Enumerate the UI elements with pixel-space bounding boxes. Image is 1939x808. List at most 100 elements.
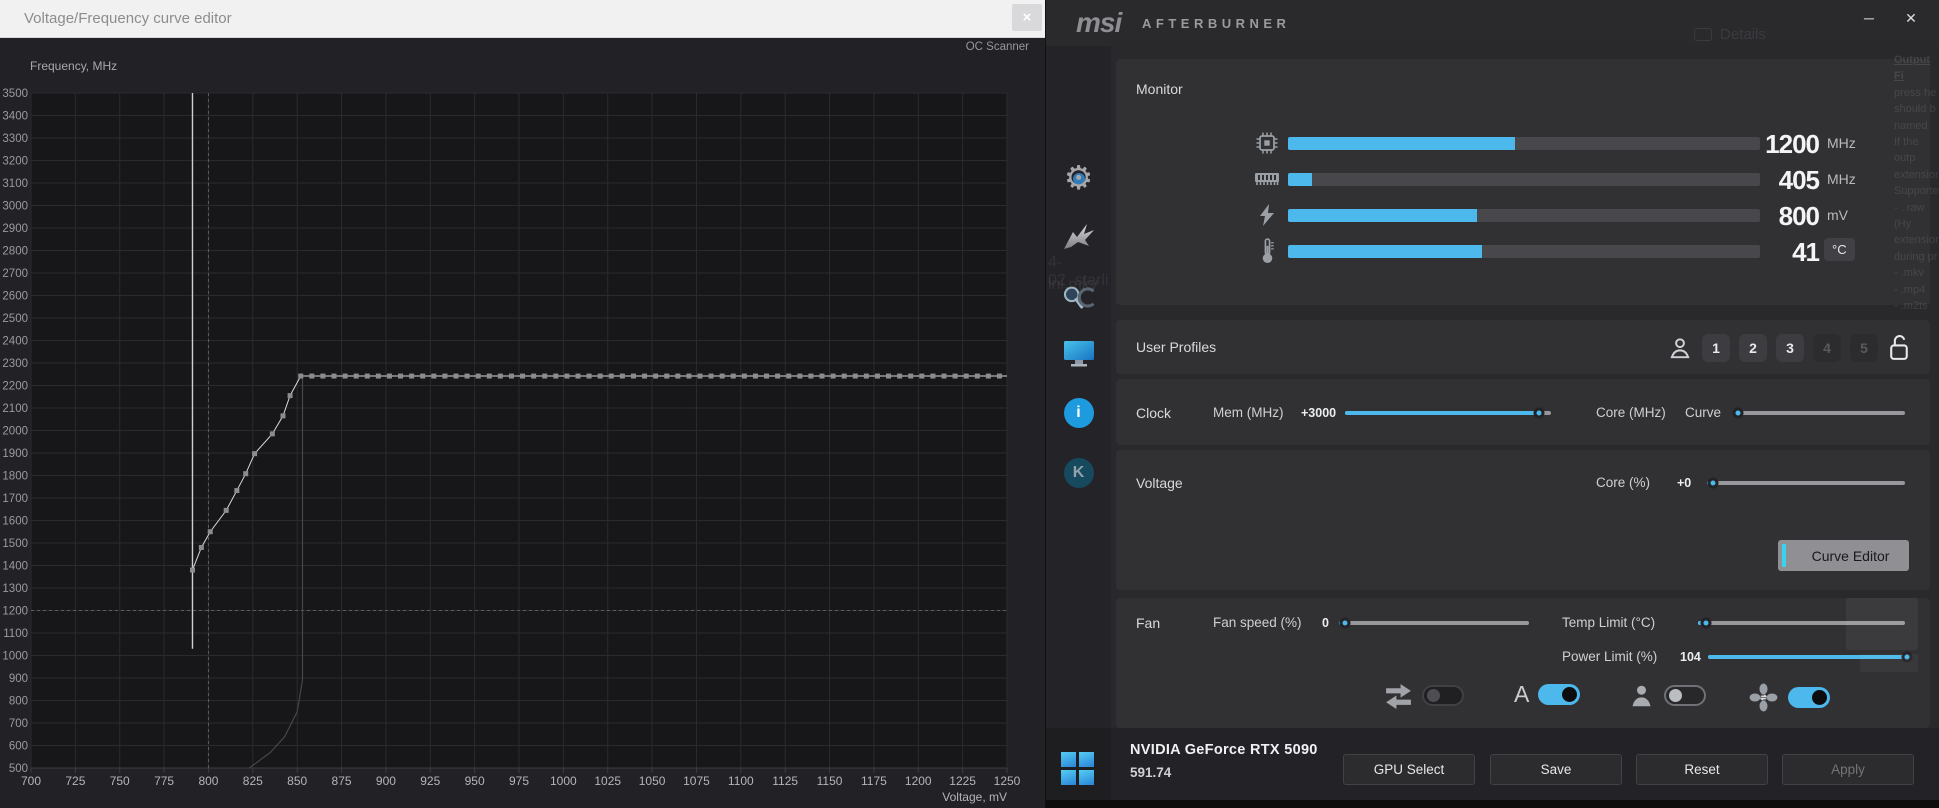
curve-point-marker[interactable] [464,373,470,379]
monitoring-button[interactable] [1046,339,1111,374]
curve-point-marker[interactable] [697,373,703,379]
curve-point-marker[interactable] [597,373,603,379]
curve-point-marker[interactable] [764,373,770,379]
curve-point-marker[interactable] [386,373,392,379]
curve-point-marker[interactable] [353,373,359,379]
curve-point-marker[interactable] [531,373,537,379]
profile-slot-button-2[interactable]: 2 [1739,333,1767,362]
oc-scanner-button[interactable] [1046,284,1111,316]
curve-point-marker[interactable] [719,373,725,379]
curve-point-marker[interactable] [619,373,625,379]
curve-point-marker[interactable] [223,507,229,513]
reset-button[interactable]: Reset [1636,754,1768,785]
curve-point-marker[interactable] [775,373,781,379]
curve-point-marker[interactable] [752,373,758,379]
profile-slot-button-5[interactable]: 5 [1850,333,1878,362]
curve-point-marker[interactable] [841,373,847,379]
curve-point-marker[interactable] [708,373,714,379]
curve-point-marker[interactable] [575,373,581,379]
toggle-switch[interactable] [1422,685,1464,706]
curve-point-marker[interactable] [252,451,258,457]
windows-logo-icon[interactable] [1061,752,1094,785]
curve-point-marker[interactable] [475,373,481,379]
core-clock-slider[interactable] [1732,407,1905,419]
curve-point-marker[interactable] [952,373,958,379]
curve-point-marker[interactable] [207,529,213,535]
curve-point-marker[interactable] [431,373,437,379]
curve-point-marker[interactable] [886,373,892,379]
curve-point-marker[interactable] [996,373,1002,379]
gpu-select-button[interactable]: GPU Select [1343,754,1475,785]
curve-point-marker[interactable] [342,373,348,379]
curve-point-marker[interactable] [642,373,648,379]
curve-editor-close-button[interactable]: × [1012,4,1042,31]
slider-thumb[interactable] [1700,617,1712,629]
curve-point-marker[interactable] [442,373,448,379]
information-button[interactable]: i [1046,398,1111,428]
curve-point-marker[interactable] [664,373,670,379]
curve-point-marker[interactable] [486,373,492,379]
curve-point-marker[interactable] [234,488,240,494]
curve-point-marker[interactable] [941,373,947,379]
curve-point-marker[interactable] [741,373,747,379]
profile-user-button[interactable] [1667,335,1693,361]
curve-point-marker[interactable] [830,373,836,379]
slider-thumb[interactable] [1707,477,1719,489]
curve-point-marker[interactable] [653,373,659,379]
curve-point-marker[interactable] [786,373,792,379]
profile-slot-button-1[interactable]: 1 [1702,333,1730,362]
toggle-switch[interactable] [1538,683,1581,705]
curve-point-marker[interactable] [608,373,614,379]
curve-point-marker[interactable] [930,373,936,379]
msi-dragon-button[interactable] [1046,222,1111,257]
curve-point-marker[interactable] [409,373,415,379]
curve-point-marker[interactable] [686,373,692,379]
curve-point-marker[interactable] [453,373,459,379]
curve-editor-button[interactable]: Curve Editor [1778,540,1909,571]
temp-limit-slider[interactable] [1698,617,1905,629]
curve-point-marker[interactable] [963,373,969,379]
curve-point-marker[interactable] [364,373,370,379]
curve-point-marker[interactable] [897,373,903,379]
toggle-switch[interactable] [1788,687,1830,708]
minimize-button[interactable]: ─ [1855,6,1883,30]
vf-curve-chart[interactable]: Frequency, MHz 3500 3400 3300 3200 3100 3000 29… [0,38,1045,808]
curve-point-marker[interactable] [508,373,514,379]
curve-point-marker[interactable] [808,373,814,379]
curve-point-marker[interactable] [553,373,559,379]
slider-thumb[interactable] [1533,407,1545,419]
profile-slot-button-3[interactable]: 3 [1776,333,1804,362]
power-limit-slider[interactable] [1708,651,1913,663]
curve-point-marker[interactable] [375,373,381,379]
curve-point-marker[interactable] [280,413,286,419]
curve-point-marker[interactable] [730,373,736,379]
curve-point-marker[interactable] [630,373,636,379]
curve-point-marker[interactable] [985,373,991,379]
curve-point-marker[interactable] [198,545,204,550]
slider-thumb[interactable] [1339,617,1351,629]
core-voltage-slider[interactable] [1707,477,1905,489]
profile-slot-button-4[interactable]: 4 [1813,333,1841,362]
curve-point-marker[interactable] [974,373,980,379]
fan-speed-slider[interactable] [1339,617,1529,629]
close-button[interactable]: ✕ [1897,6,1925,30]
slider-thumb[interactable] [1732,407,1744,419]
settings-button[interactable]: ⚙ [1046,160,1111,196]
curve-point-marker[interactable] [586,373,592,379]
curve-point-marker[interactable] [189,567,195,573]
curve-point-marker[interactable] [863,373,869,379]
curve-point-marker[interactable] [243,471,249,477]
curve-point-marker[interactable] [908,373,914,379]
curve-point-marker[interactable] [819,373,825,379]
slider-thumb[interactable] [1901,651,1913,663]
curve-point-marker[interactable] [309,373,315,379]
profiles-lock-button[interactable] [1887,333,1912,362]
curve-point-marker[interactable] [797,373,803,379]
curve-point-marker[interactable] [919,373,925,379]
kombustor-button[interactable]: K [1046,458,1111,488]
curve-point-marker[interactable] [564,373,570,379]
curve-point-marker[interactable] [320,373,326,379]
curve-point-marker[interactable] [287,393,293,399]
apply-button[interactable]: Apply [1782,754,1914,785]
curve-point-marker[interactable] [520,373,526,379]
